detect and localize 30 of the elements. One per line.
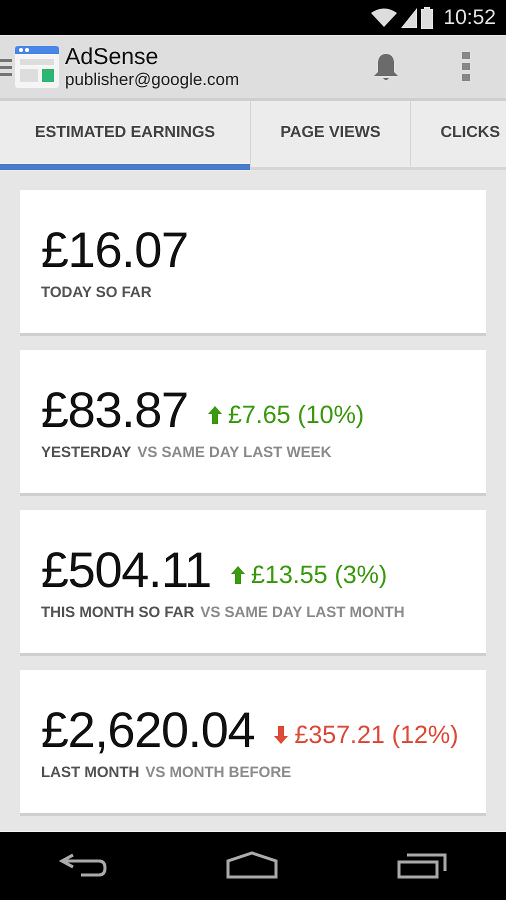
change-value: £7.65 (10%) bbox=[228, 400, 364, 430]
account-email: publisher@google.com bbox=[65, 68, 240, 90]
wifi-icon bbox=[371, 8, 398, 28]
comparison-label: VS MONTH BEFORE bbox=[145, 764, 292, 781]
bell-icon bbox=[373, 52, 399, 82]
battery-icon bbox=[421, 6, 434, 28]
earnings-amount: £16.07 bbox=[41, 221, 188, 279]
recent-apps-icon bbox=[396, 850, 447, 878]
tab[interactable]: PAGE VIEWS bbox=[250, 101, 410, 170]
back-icon bbox=[59, 852, 108, 878]
period-label: THIS MONTH SO FAR bbox=[41, 604, 194, 621]
comparison-label: VS SAME DAY LAST MONTH bbox=[200, 604, 405, 621]
menu-icon bbox=[0, 56, 12, 76]
browser-window-icon bbox=[15, 46, 59, 88]
comparison-label: VS SAME DAY LAST WEEK bbox=[137, 444, 332, 461]
home-icon bbox=[226, 850, 278, 878]
clock: 10:52 bbox=[443, 6, 496, 30]
earnings-amount: £504.11 bbox=[41, 541, 212, 599]
earnings-amount: £83.87 bbox=[41, 381, 188, 439]
period-label: YESTERDAY bbox=[41, 444, 132, 461]
app-title: AdSense bbox=[65, 42, 160, 68]
period-label: LAST MONTH bbox=[41, 764, 140, 781]
change-value: £13.55 (3%) bbox=[251, 560, 388, 590]
signal-icon bbox=[401, 8, 418, 28]
more-icon bbox=[462, 52, 470, 82]
period-label: TODAY SO FAR bbox=[41, 284, 152, 301]
earnings-amount: £2,620.04 bbox=[41, 701, 254, 759]
change-value: £357.21 (12%) bbox=[294, 720, 458, 750]
tab[interactable]: CLICKS bbox=[410, 101, 506, 170]
tab[interactable]: ESTIMATED EARNINGS bbox=[0, 101, 250, 170]
